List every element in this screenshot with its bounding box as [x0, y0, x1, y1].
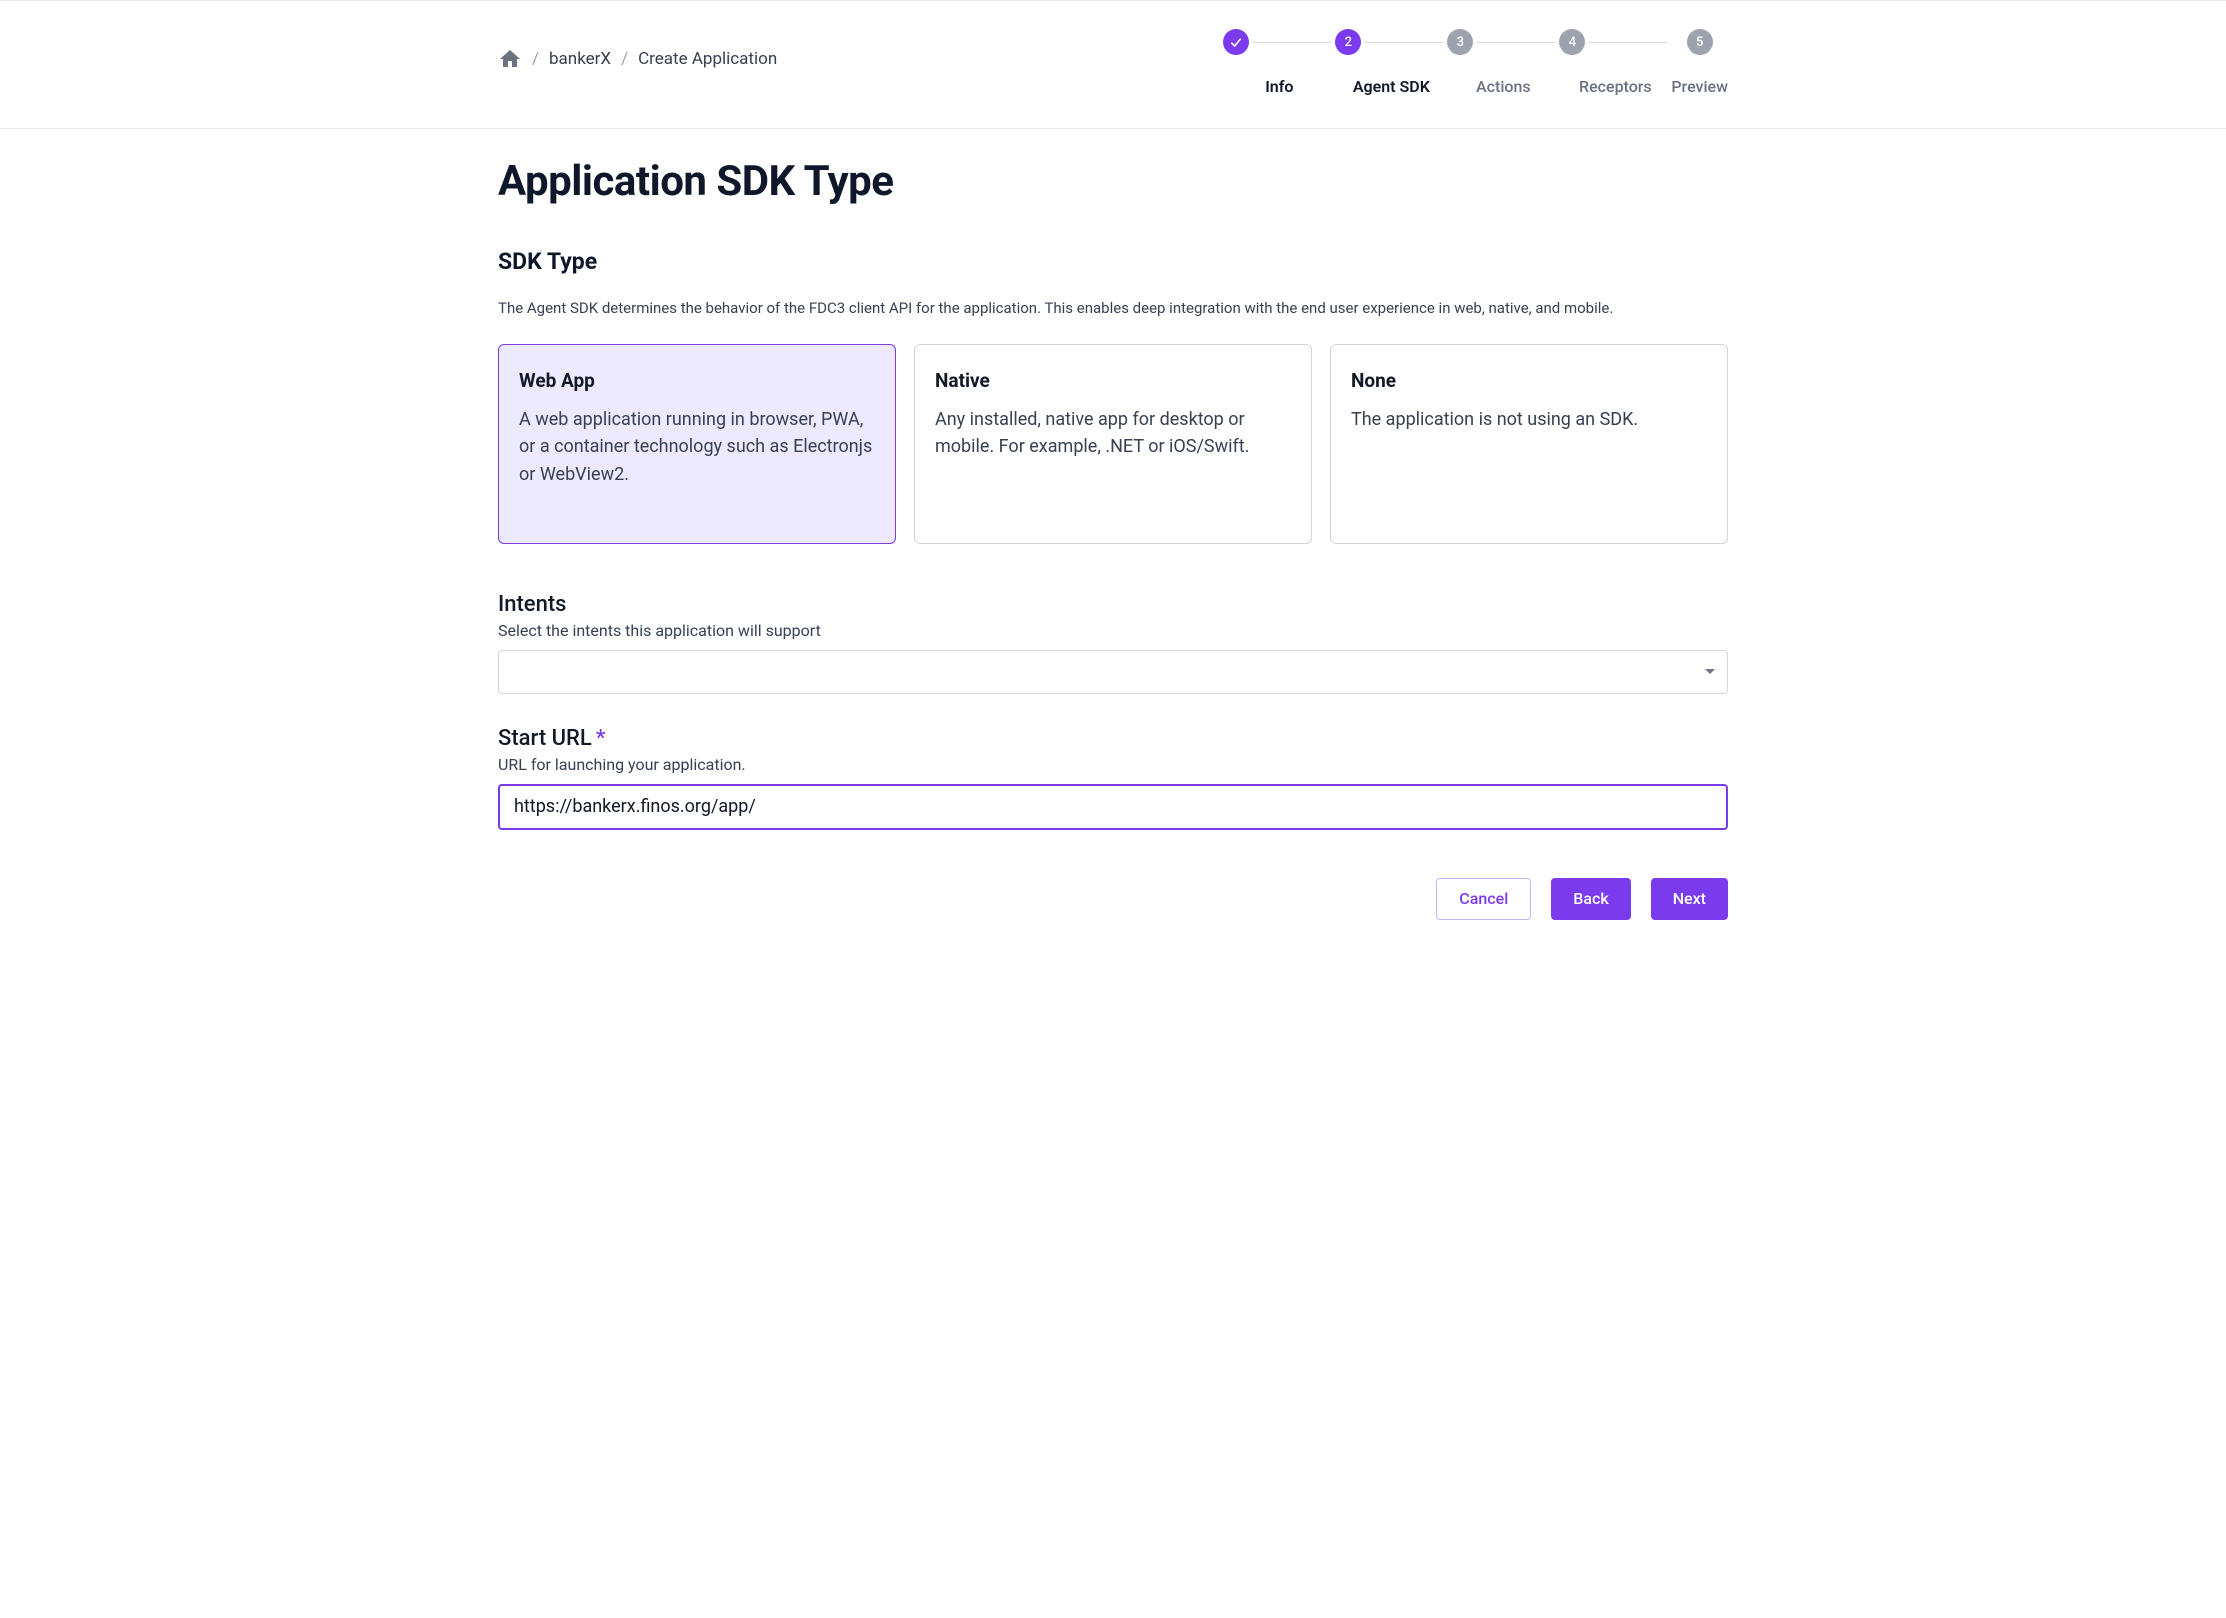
next-button[interactable]: Next	[1651, 878, 1728, 920]
action-buttons: Cancel Back Next	[498, 878, 1728, 920]
step-connector	[1253, 42, 1331, 43]
start-url-title: Start URL*	[498, 726, 1728, 751]
back-button[interactable]: Back	[1551, 878, 1630, 920]
step-label: Receptors	[1579, 77, 1652, 96]
start-url-subtitle: URL for launching your application.	[498, 755, 1728, 774]
step-actions[interactable]: 3 Actions	[1447, 29, 1559, 96]
step-label: Preview	[1671, 77, 1728, 96]
step-agent-sdk[interactable]: 2 Agent SDK	[1335, 29, 1447, 96]
step-label: Agent SDK	[1353, 77, 1430, 96]
stepper: Info 2 Agent SDK 3 Actions 4	[1223, 29, 1728, 96]
sdk-card-none[interactable]: None The application is not using an SDK…	[1330, 344, 1728, 544]
sdk-type-options: Web App A web application running in bro…	[498, 344, 1728, 544]
sdk-card-body: Any installed, native app for desktop or…	[935, 406, 1291, 462]
breadcrumb-item-create-application[interactable]: Create Application	[638, 49, 777, 69]
step-circle-done	[1223, 29, 1249, 55]
sdk-type-description: The Agent SDK determines the behavior of…	[498, 297, 1728, 320]
intents-select[interactable]	[498, 650, 1728, 694]
step-circle-pending: 3	[1447, 29, 1473, 55]
intents-subtitle: Select the intents this application will…	[498, 621, 1728, 640]
sdk-card-body: The application is not using an SDK.	[1351, 406, 1707, 434]
step-connector	[1589, 42, 1667, 43]
chevron-down-icon	[1705, 669, 1715, 674]
cancel-button[interactable]: Cancel	[1436, 878, 1531, 920]
step-connector	[1477, 42, 1555, 43]
step-circle-active: 2	[1335, 29, 1361, 55]
step-label: Actions	[1476, 77, 1531, 96]
check-icon	[1228, 34, 1244, 50]
sdk-card-body: A web application running in browser, PW…	[519, 406, 875, 490]
sdk-card-web-app[interactable]: Web App A web application running in bro…	[498, 344, 896, 544]
sdk-type-title: SDK Type	[498, 248, 1728, 275]
step-info[interactable]: Info	[1223, 29, 1335, 96]
home-icon[interactable]	[498, 47, 522, 71]
step-preview[interactable]: 5 Preview	[1671, 29, 1728, 96]
sdk-card-title: None	[1351, 369, 1707, 392]
sdk-card-native[interactable]: Native Any installed, native app for des…	[914, 344, 1312, 544]
step-circle-pending: 5	[1687, 29, 1713, 55]
page-title: Application SDK Type	[498, 157, 1728, 206]
start-url-input[interactable]	[498, 784, 1728, 830]
breadcrumb: / bankerX / Create Application	[498, 29, 777, 71]
intents-title: Intents	[498, 592, 1728, 617]
step-label: Info	[1265, 77, 1293, 96]
step-connector	[1365, 42, 1443, 43]
breadcrumb-item-bankerx[interactable]: bankerX	[549, 49, 611, 69]
step-receptors[interactable]: 4 Receptors	[1559, 29, 1671, 96]
breadcrumb-separator: /	[532, 49, 539, 69]
step-circle-pending: 4	[1559, 29, 1585, 55]
sdk-card-title: Native	[935, 369, 1291, 392]
start-url-field: Start URL* URL for launching your applic…	[498, 726, 1728, 830]
sdk-card-title: Web App	[519, 369, 875, 392]
breadcrumb-separator: /	[621, 49, 628, 69]
intents-field: Intents Select the intents this applicat…	[498, 592, 1728, 694]
required-indicator: *	[596, 726, 606, 751]
